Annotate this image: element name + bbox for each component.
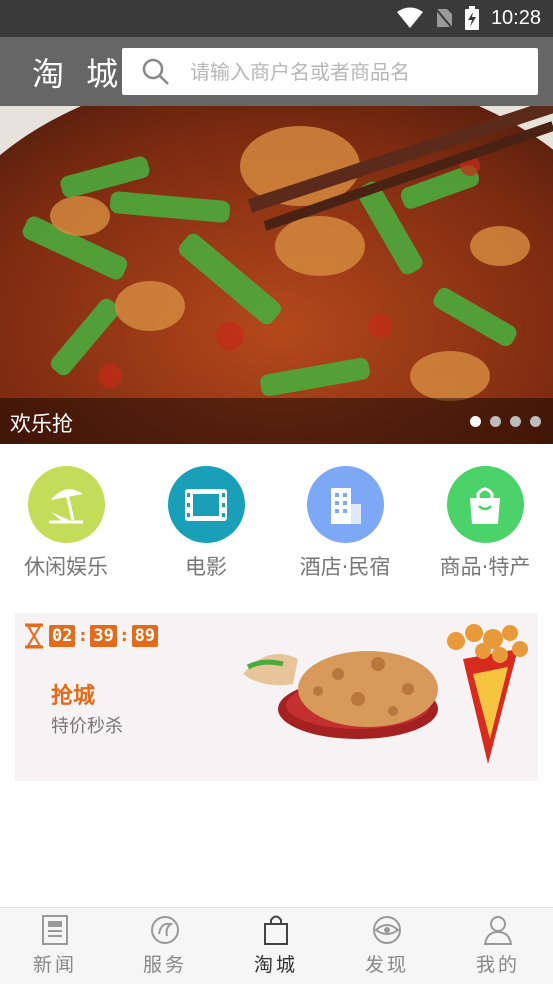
shopping-bag-icon [446, 466, 524, 543]
tab-shop[interactable]: 淘城 [221, 908, 331, 984]
carousel-dot[interactable] [510, 416, 521, 427]
tab-label: 淘城 [253, 954, 298, 976]
promo-title: 抢城 [51, 684, 96, 709]
carousel-dot[interactable] [490, 416, 501, 427]
search-input[interactable] [188, 58, 522, 85]
tab-mine[interactable]: 我的 [443, 908, 553, 984]
tab-discover[interactable]: 发现 [332, 908, 442, 984]
banner-caption-bar: 欢乐抢 [0, 398, 553, 444]
banner-carousel[interactable]: 欢乐抢 [0, 106, 553, 444]
category-goods[interactable]: 商品·特产 [415, 466, 553, 581]
countdown-minutes: 39 [90, 625, 117, 647]
tab-service[interactable]: 服务 [110, 908, 220, 984]
countdown-timer: 02 : 39 : 89 [23, 623, 159, 649]
tab-news[interactable]: 新闻 [0, 908, 110, 984]
status-time: 10:28 [490, 6, 541, 29]
carousel-indicator [470, 416, 541, 427]
countdown-hours: 02 [49, 625, 76, 647]
carousel-dot[interactable] [530, 416, 541, 427]
building-icon [306, 466, 384, 543]
search-bar[interactable] [122, 48, 538, 95]
category-label: 商品·特产 [439, 555, 531, 579]
category-label: 酒店·民宿 [299, 555, 391, 579]
hourglass-icon [25, 623, 43, 649]
person-icon [483, 916, 513, 945]
film-strip-icon [167, 466, 245, 543]
category-label: 休闲娱乐 [24, 555, 108, 579]
banner-food-image [0, 106, 553, 444]
no-sim-icon [435, 8, 453, 29]
app-header: 淘 城 [0, 37, 553, 106]
banner-caption: 欢乐抢 [10, 412, 73, 436]
fried-chicken-image [243, 624, 528, 764]
wifi-icon [396, 7, 423, 28]
promo-subtitle: 特价秒杀 [51, 716, 123, 737]
shopping-bag-icon [264, 915, 288, 945]
bottom-tab-bar: 新闻 服务 淘城 发现 我的 [0, 907, 553, 984]
newspaper-icon [42, 915, 68, 945]
category-hotel[interactable]: 酒店·民宿 [275, 466, 415, 581]
status-bar: 10:28 [0, 0, 553, 37]
page-title: 淘 城 [32, 55, 125, 93]
tab-label: 我的 [475, 954, 520, 976]
eye-icon [373, 916, 401, 944]
category-label: 电影 [185, 555, 227, 579]
flash-sale-banner[interactable]: 02 : 39 : 89 抢城 特价秒杀 [15, 613, 538, 781]
tab-label: 新闻 [32, 954, 77, 976]
search-icon [142, 58, 169, 85]
tab-label: 服务 [142, 954, 187, 976]
battery-charging-icon [464, 6, 479, 30]
countdown-seconds: 89 [131, 625, 159, 647]
service-icon [151, 916, 179, 944]
category-movie[interactable]: 电影 [136, 466, 276, 581]
carousel-dot[interactable] [470, 416, 481, 427]
tab-label: 发现 [364, 954, 409, 976]
category-leisure[interactable]: 休闲娱乐 [0, 466, 136, 581]
category-grid: 休闲娱乐 电影 酒店·民宿 商品·特产 [0, 466, 553, 586]
beach-umbrella-icon [27, 466, 105, 543]
